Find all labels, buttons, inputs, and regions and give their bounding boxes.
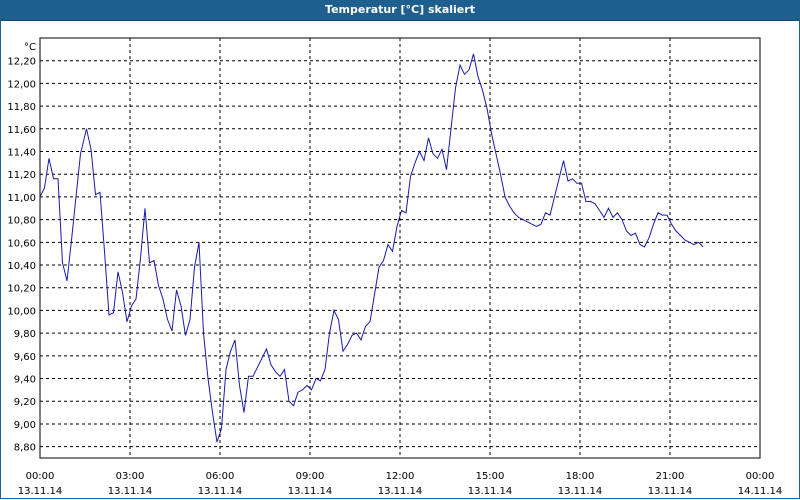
y-tick-label: 8,80 xyxy=(14,443,36,454)
y-tick-label: 9,80 xyxy=(14,329,36,340)
y-tick-label: 10,40 xyxy=(7,261,36,272)
y-tick-label: 11,80 xyxy=(7,102,36,113)
x-tick-time: 12:00 xyxy=(386,471,415,482)
y-tick-label: 11,40 xyxy=(7,148,36,159)
x-tick-time: 21:00 xyxy=(656,471,685,482)
x-tick-time: 06:00 xyxy=(206,471,235,482)
y-tick-label: 9,60 xyxy=(14,352,36,363)
x-tick-time: 03:00 xyxy=(116,471,145,482)
x-tick-labels: 00:00 13.11.14 03:00 13.11.14 06:00 13.11.14 0… xyxy=(18,471,783,497)
y-tick-labels: 12,20 12,00 11,80 11,60 11,40 11,20 11,00 10,80… xyxy=(7,57,36,454)
y-axis-unit: °C xyxy=(24,42,36,53)
x-tick-time: 18:00 xyxy=(566,471,595,482)
y-tick-label: 9,00 xyxy=(14,420,36,431)
x-tick-time: 15:00 xyxy=(476,471,505,482)
temperature-chart: °C 12,20 12,00 11,80 11,60 11,40 11,20 11,00 10… xyxy=(7,37,783,497)
y-tick-label: 11,20 xyxy=(7,170,36,181)
y-tick-label: 12,20 xyxy=(7,57,36,68)
temperature-series-line xyxy=(39,53,704,443)
x-tick-date: 13.11.14 xyxy=(288,486,333,497)
x-tick-date: 13.11.14 xyxy=(648,486,693,497)
y-tick-label: 10,00 xyxy=(7,306,36,317)
y-tick-label: 12,00 xyxy=(7,79,36,90)
y-tick-label: 9,40 xyxy=(14,375,36,386)
x-tick-date: 13.11.14 xyxy=(558,486,603,497)
x-tick-time: 09:00 xyxy=(296,471,325,482)
x-tick-time: 00:00 xyxy=(746,471,775,482)
x-tick-date: 13.11.14 xyxy=(468,486,513,497)
x-tick-date: 13.11.14 xyxy=(18,486,63,497)
x-tick-date: 13.11.14 xyxy=(378,486,423,497)
x-tick-date: 14.11.14 xyxy=(738,486,783,497)
x-tick-date: 13.11.14 xyxy=(198,486,243,497)
y-tick-label: 9,20 xyxy=(14,397,36,408)
y-tick-label: 10,60 xyxy=(7,238,36,249)
x-tick-date: 13.11.14 xyxy=(108,486,153,497)
y-tick-label: 11,00 xyxy=(7,193,36,204)
y-tick-label: 10,20 xyxy=(7,284,36,295)
x-tick-time: 00:00 xyxy=(26,471,55,482)
y-tick-label: 10,80 xyxy=(7,216,36,227)
y-tick-label: 11,60 xyxy=(7,125,36,136)
